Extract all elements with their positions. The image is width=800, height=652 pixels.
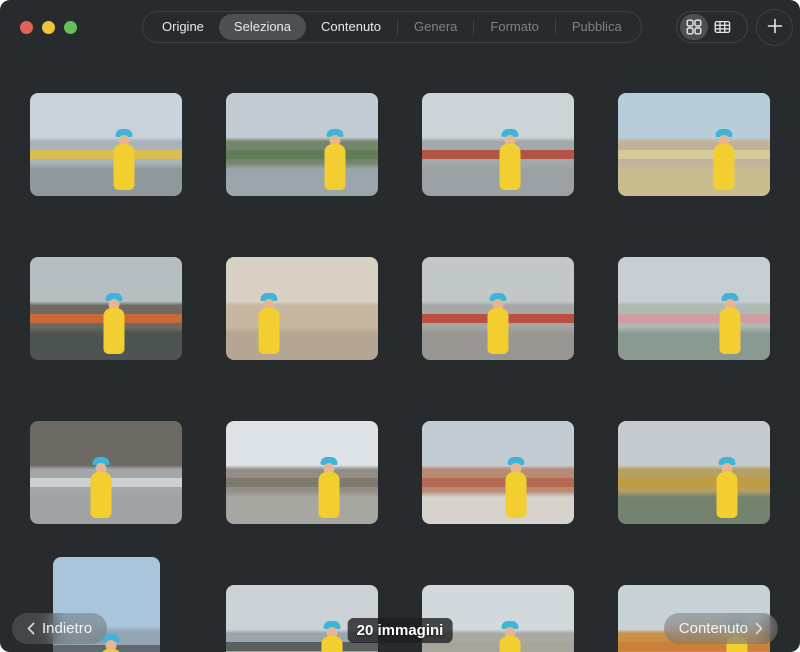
add-button[interactable] xyxy=(756,9,793,46)
chevron-left-icon xyxy=(27,622,35,635)
photo-thumbnail[interactable] xyxy=(226,257,378,360)
tab-origine[interactable]: Origine xyxy=(147,14,219,40)
subject-figure xyxy=(488,293,509,354)
image-count-label: 20 immagini xyxy=(357,622,444,639)
tab-contenuto[interactable]: Contenuto xyxy=(306,14,396,40)
image-count-badge: 20 immagini xyxy=(348,618,453,643)
photo-thumbnail[interactable] xyxy=(226,93,378,196)
window-controls xyxy=(20,21,77,34)
minimize-button[interactable] xyxy=(42,21,55,34)
table-view-button[interactable] xyxy=(708,14,736,40)
app-window: Origine Seleziona Contenuto Genera Forma… xyxy=(0,0,800,652)
view-toggle xyxy=(676,11,748,43)
subject-figure xyxy=(91,457,112,518)
tab-pubblica: Pubblica xyxy=(557,14,637,40)
subject-figure xyxy=(717,457,738,518)
tab-formato: Formato xyxy=(475,14,553,40)
tab-genera: Genera xyxy=(399,14,472,40)
table-view-icon xyxy=(714,19,731,35)
subject-figure xyxy=(506,457,527,518)
next-button[interactable]: Contenuto xyxy=(664,613,778,644)
subject-figure xyxy=(319,457,340,518)
workflow-steps: Origine Seleziona Contenuto Genera Forma… xyxy=(142,11,642,43)
photo-thumbnail[interactable] xyxy=(618,421,770,524)
photo-thumbnail[interactable] xyxy=(30,257,182,360)
back-button[interactable]: Indietro xyxy=(12,613,107,644)
subject-figure xyxy=(103,293,124,354)
close-button[interactable] xyxy=(20,21,33,34)
tab-seleziona[interactable]: Seleziona xyxy=(219,14,306,40)
grid-view-button[interactable] xyxy=(680,14,708,40)
photo-thumbnail[interactable] xyxy=(422,93,574,196)
separator xyxy=(555,20,556,35)
photo-thumbnail[interactable] xyxy=(618,93,770,196)
chevron-right-icon xyxy=(755,622,763,635)
subject-figure xyxy=(500,621,521,652)
subject-figure xyxy=(500,129,521,190)
photo-thumbnail[interactable] xyxy=(422,421,574,524)
toolbar: Origine Seleziona Contenuto Genera Forma… xyxy=(0,0,800,56)
back-button-label: Indietro xyxy=(42,620,92,637)
photo-thumbnail[interactable] xyxy=(618,257,770,360)
subject-figure xyxy=(258,293,279,354)
zoom-button[interactable] xyxy=(64,21,77,34)
subject-figure xyxy=(714,129,735,190)
photo-thumbnail[interactable] xyxy=(30,93,182,196)
plus-icon xyxy=(767,18,783,37)
separator xyxy=(473,20,474,35)
subject-figure xyxy=(322,621,343,652)
grid-view-icon xyxy=(686,19,702,35)
photo-thumbnail[interactable] xyxy=(422,257,574,360)
separator xyxy=(397,20,398,35)
next-button-label: Contenuto xyxy=(679,620,748,637)
photo-thumbnail[interactable] xyxy=(226,421,378,524)
subject-figure xyxy=(325,129,346,190)
photo-grid xyxy=(30,93,770,652)
photo-thumbnail[interactable] xyxy=(30,421,182,524)
subject-figure xyxy=(720,293,741,354)
subject-figure xyxy=(114,129,135,190)
